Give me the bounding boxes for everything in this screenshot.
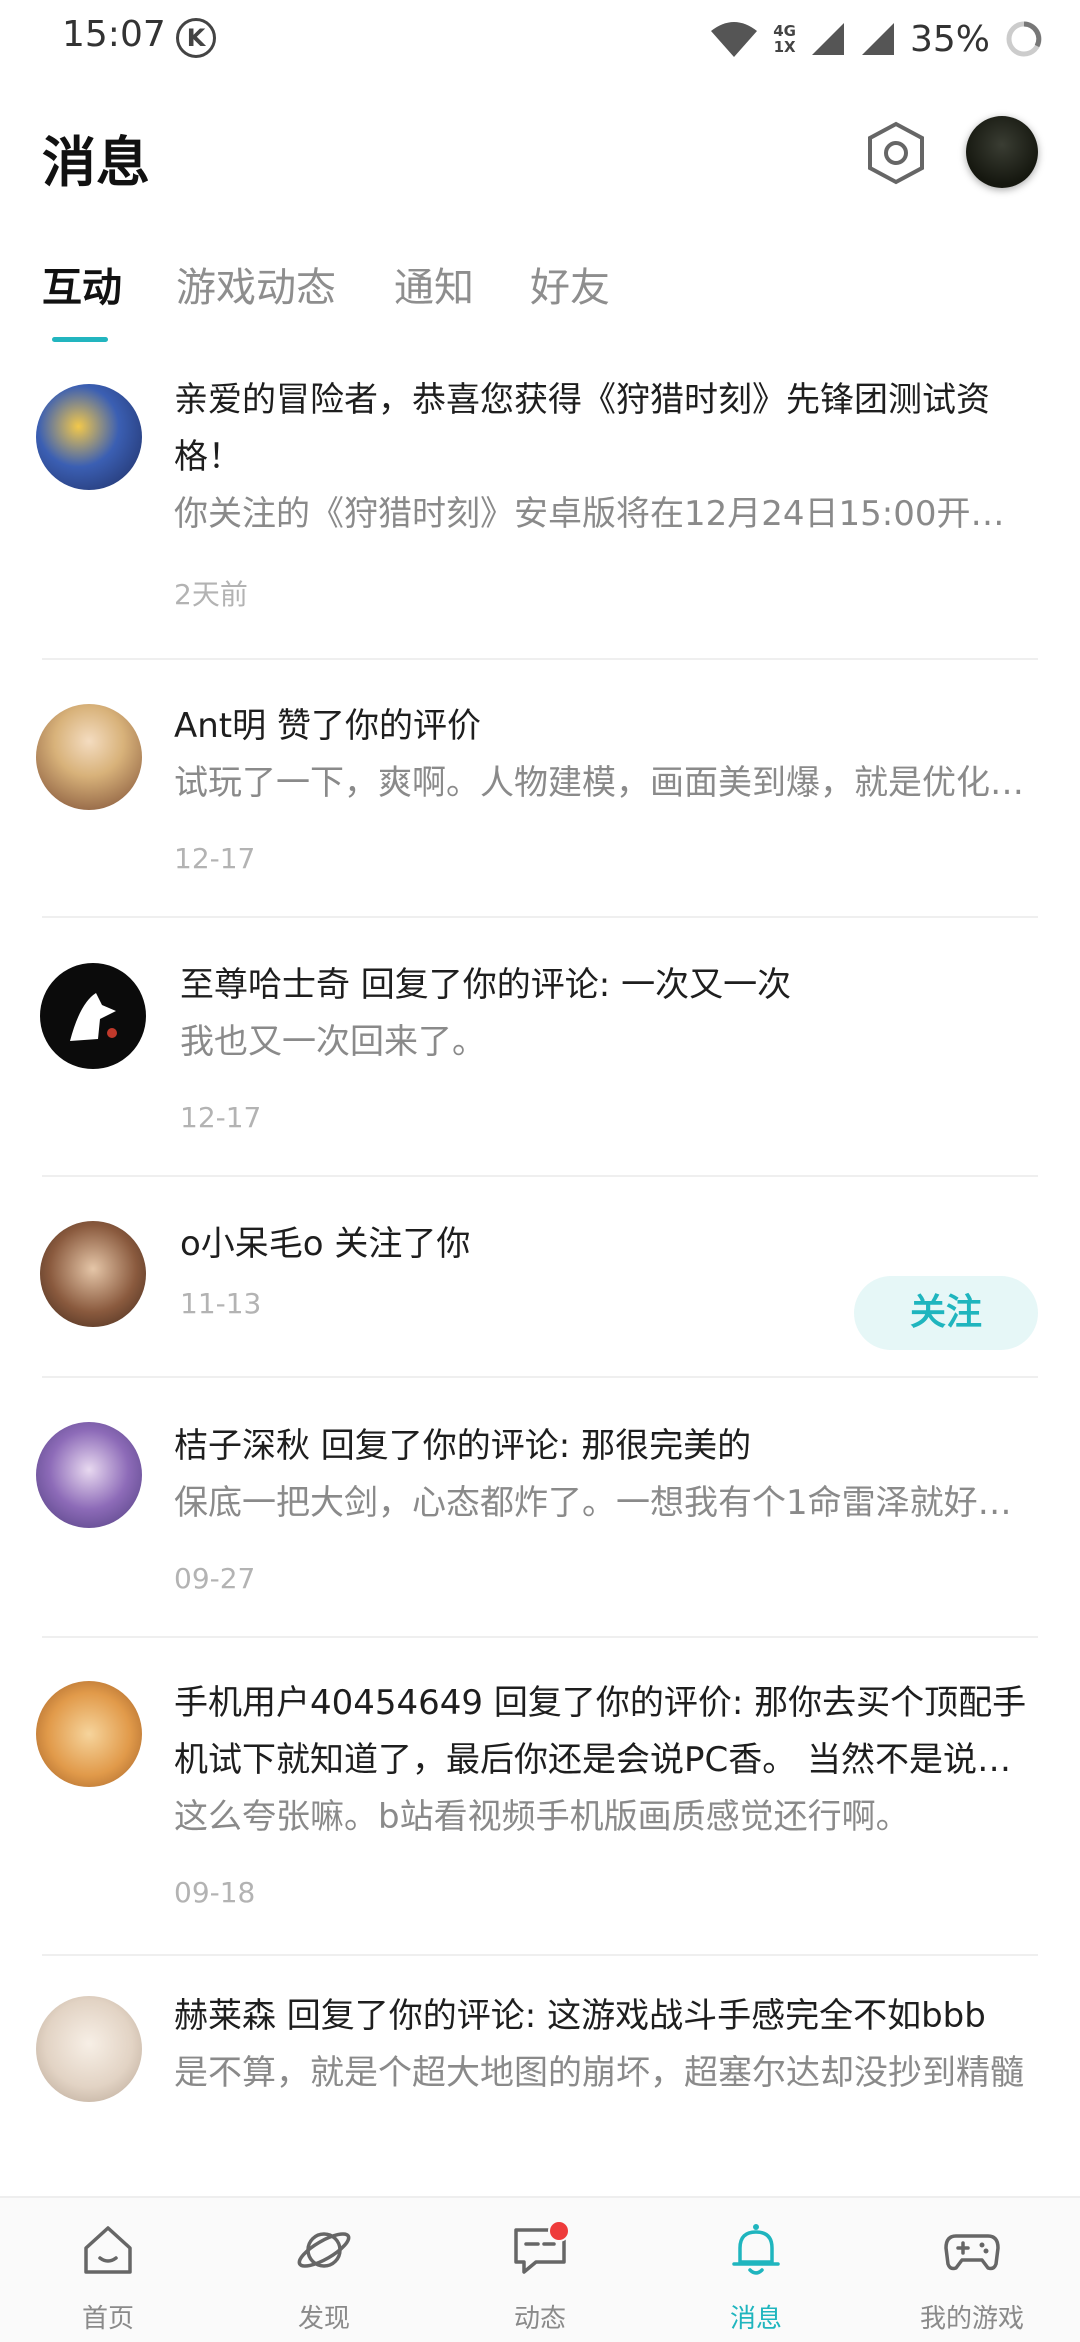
message-time: 12-17 xyxy=(180,1101,262,1134)
divider xyxy=(42,916,1038,918)
tab-interactions[interactable]: 互动 xyxy=(42,255,122,313)
message-title: 桔子深秋 回复了你的评论: 那很完美的 xyxy=(174,1426,752,1466)
network-1x: 1X xyxy=(773,38,796,56)
message-title: 手机用户40454649 回复了你的评价: 那你去买个顶配手机试下就知道了，最后… xyxy=(174,1683,1027,1780)
avatar-emblem xyxy=(70,993,117,1041)
divider xyxy=(42,1954,1038,1956)
active-tab-indicator xyxy=(52,337,108,342)
message-avatar[interactable] xyxy=(36,1422,142,1528)
status-indicators: 4G 1X 35% xyxy=(709,14,1044,64)
battery-percent: 35% xyxy=(909,18,990,60)
nav-label: 动态 xyxy=(513,2304,566,2334)
nav-label: 我的游戏 xyxy=(919,2304,1024,2334)
planet-icon xyxy=(297,2232,351,2268)
message-preview: 试玩了一下，爽啊。人物建模，画面美到爆，就是优化还差点意思 xyxy=(174,763,1036,803)
nav-label: 发现 xyxy=(297,2304,350,2334)
message-time: 12-17 xyxy=(174,842,256,875)
message-preview: 你关注的《狩猎时刻》安卓版将在12月24日15:00开启先锋团测试 xyxy=(174,494,1036,534)
gamepad-icon xyxy=(944,2234,1000,2271)
nav-messages[interactable]: 消息 xyxy=(648,2198,864,2342)
message-avatar[interactable] xyxy=(40,963,146,1069)
status-time: 15:07 xyxy=(62,14,166,55)
bell-icon xyxy=(732,2224,780,2275)
message-preview: 这么夸张嘛。b站看视频手机版画质感觉还行啊。 xyxy=(174,1797,910,1837)
signal-icon-2 xyxy=(861,23,894,55)
tab-notifications[interactable]: 通知 xyxy=(394,255,474,313)
message-time: 09-18 xyxy=(174,1876,256,1909)
wifi-icon xyxy=(711,22,758,57)
message-preview: 是不算，就是个超大地图的崩坏，超塞尔达却没抄到精髓 xyxy=(174,2053,1024,2093)
user-avatar[interactable] xyxy=(966,116,1038,188)
signal-icon xyxy=(811,23,844,55)
unread-badge xyxy=(548,2220,570,2242)
nav-label: 消息 xyxy=(729,2304,782,2334)
message-time: 11-13 xyxy=(180,1287,262,1320)
battery-ring-icon xyxy=(1006,21,1042,57)
message-avatar[interactable] xyxy=(36,1996,142,2102)
nav-discover[interactable]: 发现 xyxy=(216,2198,432,2342)
settings-button[interactable] xyxy=(866,120,926,186)
nav-feed[interactable]: 动态 xyxy=(432,2198,648,2342)
follow-button[interactable]: 关注 xyxy=(854,1276,1038,1350)
message-title: 亲爱的冒险者，恭喜您获得《狩猎时刻》先锋团测试资格！ xyxy=(174,380,990,477)
message-avatar[interactable] xyxy=(40,1221,146,1327)
status-bar: 15:07 K 4G 1X 35% xyxy=(0,0,1080,80)
divider xyxy=(42,658,1038,660)
message-title: o小呆毛o 关注了你 xyxy=(180,1224,471,1264)
message-avatar[interactable] xyxy=(36,1681,142,1787)
divider xyxy=(42,1376,1038,1378)
message-title: 赫莱森 回复了你的评论: 这游戏战斗手感完全不如bbb xyxy=(174,1996,986,2036)
message-avatar[interactable] xyxy=(36,384,142,490)
message-title: Ant明 赞了你的评价 xyxy=(174,706,481,746)
message-preview: 我也又一次回来了。 xyxy=(180,1022,486,1062)
message-preview: 保底一把大剑，心态都炸了。一想我有个1命雷泽就好受多了 xyxy=(174,1483,1036,1523)
message-avatar[interactable] xyxy=(36,704,142,810)
nav-home[interactable]: 首页 xyxy=(0,2198,216,2342)
home-icon xyxy=(84,2226,132,2274)
k-app-icon: K xyxy=(176,18,216,58)
tab-game-news[interactable]: 游戏动态 xyxy=(176,255,336,313)
bottom-navigation: 首页 发现 动态 消息 我的游戏 xyxy=(0,2196,1080,2342)
message-time: 09-27 xyxy=(174,1562,256,1595)
hexagon-settings-icon xyxy=(868,121,924,185)
message-title: 至尊哈士奇 回复了你的评论: 一次又一次 xyxy=(180,965,792,1005)
nav-my-games[interactable]: 我的游戏 xyxy=(864,2198,1080,2342)
divider xyxy=(42,1175,1038,1177)
nav-label: 首页 xyxy=(81,2304,134,2334)
tab-friends[interactable]: 好友 xyxy=(530,255,610,313)
page-title: 消息 xyxy=(42,131,150,194)
message-time: 2天前 xyxy=(174,578,248,611)
network-type-label: 4G 1X xyxy=(773,23,796,55)
divider xyxy=(42,1636,1038,1638)
